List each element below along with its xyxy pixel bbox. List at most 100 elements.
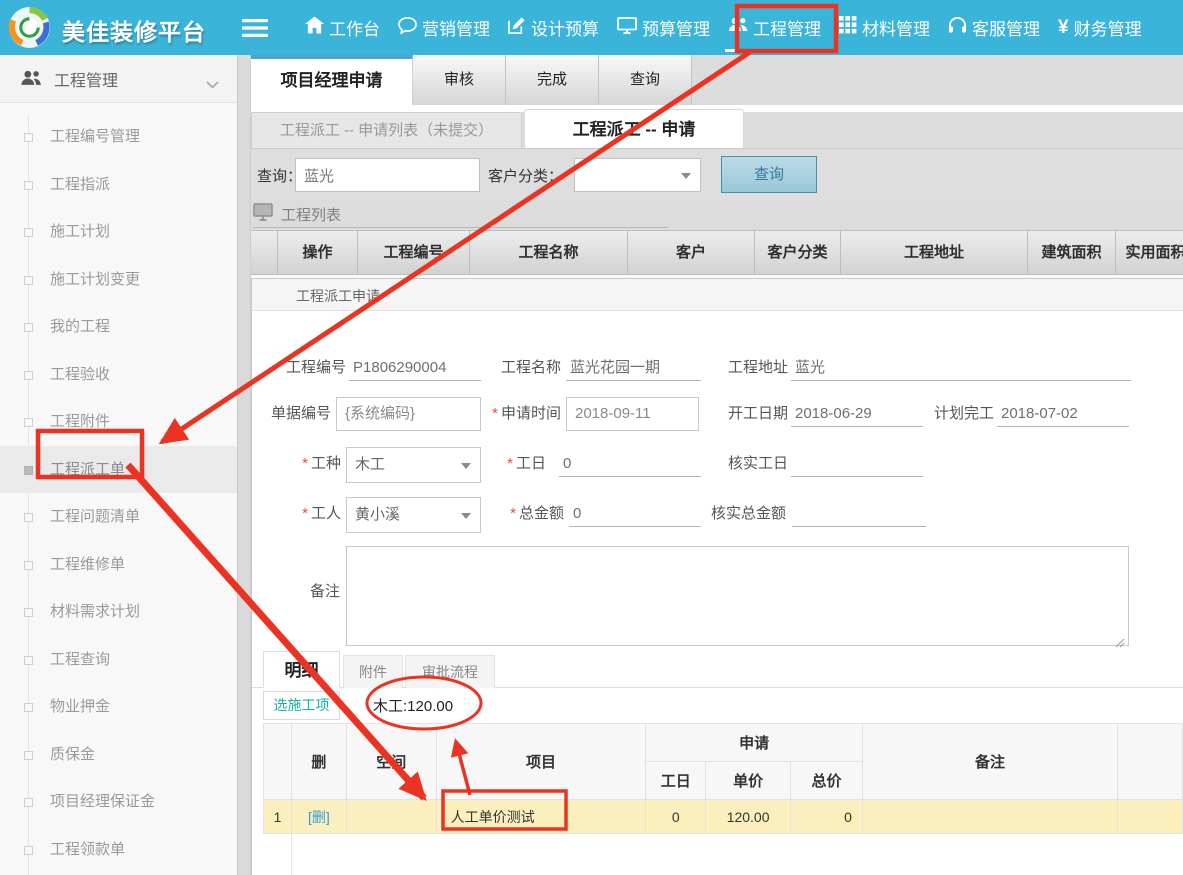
search-button[interactable]: 查询 (721, 156, 817, 193)
headset-icon (948, 16, 967, 39)
search-input[interactable] (295, 158, 480, 192)
tab-complete[interactable]: 完成 (506, 55, 599, 105)
sidebar-item-payment-order[interactable]: 工程领款单 (0, 826, 237, 874)
sidebar: 工程管理 工程编号管理 工程指派 施工计划 施工计划变更 我的工程 工程验收 工… (0, 55, 237, 875)
col-project-name: 工程名称 (470, 231, 628, 274)
nav-item-workbench[interactable]: 工作台 (296, 0, 389, 55)
users-icon (728, 17, 748, 38)
tab-query[interactable]: 查询 (599, 55, 692, 105)
work-days-value[interactable]: 0 (559, 451, 701, 477)
required-marker: * (302, 505, 308, 522)
topbar: 美佳装修平台 工作台 营销管理 设计预算 预算管理 工程管理 (0, 0, 1183, 55)
project-addr-value[interactable]: 蓝光 (791, 355, 1131, 381)
sidebar-scrollbar[interactable] (237, 55, 251, 875)
yen-icon: ¥ (1058, 17, 1069, 39)
project-name-label: 工程名称 (492, 355, 561, 381)
delete-row-link[interactable]: [删] (308, 809, 330, 825)
category-select[interactable] (574, 158, 701, 192)
sidebar-item-property-deposit[interactable]: 物业押金 (0, 683, 237, 731)
tab-attachment[interactable]: 附件 (343, 655, 403, 688)
total-amount-label: *总金额 (482, 501, 564, 527)
col-group-apply: 申请 (646, 724, 863, 762)
sidebar-item-project-number[interactable]: 工程编号管理 (0, 113, 237, 161)
cell-total: 0 (791, 800, 863, 834)
sidebar-item-acceptance[interactable]: 工程验收 (0, 351, 237, 399)
project-no-value[interactable]: P1806290004 (349, 355, 481, 381)
col-rownum (264, 724, 292, 800)
col-total: 总价 (791, 762, 863, 800)
required-marker: * (302, 455, 308, 472)
sidebar-item-quality-deposit[interactable]: 质保金 (0, 731, 237, 779)
col-blank (248, 231, 278, 274)
chevron-down-icon (461, 513, 471, 519)
dialog-title: 工程派工申请 (296, 286, 380, 306)
sidebar-item-material-demand[interactable]: 材料需求计划 (0, 588, 237, 636)
sidebar-menu: 工程编号管理 工程指派 施工计划 施工计划变更 我的工程 工程验收 工程附件 工… (0, 103, 237, 873)
nav-item-materials[interactable]: 材料管理 (830, 0, 939, 55)
work-type-select[interactable]: 木工 (346, 447, 481, 483)
sidebar-item-repair-order[interactable]: 工程维修单 (0, 541, 237, 589)
top-navigation: 工作台 营销管理 设计预算 预算管理 工程管理 材料管理 (296, 0, 1151, 55)
nav-item-finance[interactable]: ¥ 财务管理 (1049, 0, 1151, 55)
tab-dispatch-apply[interactable]: 工程派工 -- 申请 (524, 109, 744, 148)
select-construction-item-button[interactable]: 选施工项 (263, 691, 340, 720)
sidebar-item-project-assign[interactable]: 工程指派 (0, 161, 237, 209)
filter-bar: 查询： 客户分类： 查询 (251, 148, 1183, 200)
worker-label: *工人 (272, 501, 341, 527)
edit-icon (508, 16, 526, 39)
col-address: 工程地址 (841, 231, 1028, 274)
sidebar-item-issue-list[interactable]: 工程问题清单 (0, 493, 237, 541)
tab-approval-flow[interactable]: 审批流程 (405, 655, 495, 688)
sidebar-group-engineering[interactable]: 工程管理 (0, 55, 237, 103)
resize-handle-icon[interactable] (1115, 635, 1125, 653)
start-date-value[interactable]: 2018-06-29 (791, 401, 923, 427)
cell-rownum: 1 (264, 800, 292, 834)
tab-pm-apply[interactable]: 项目经理申请 (251, 55, 413, 105)
sidebar-item-attachments[interactable]: 工程附件 (0, 398, 237, 446)
chevron-down-icon (461, 463, 471, 469)
tab-dispatch-list[interactable]: 工程派工 -- 申请列表（未提交） (251, 112, 522, 148)
plan-finish-value[interactable]: 2018-07-02 (997, 401, 1129, 427)
sidebar-item-project-query[interactable]: 工程查询 (0, 636, 237, 684)
sidebar-item-my-projects[interactable]: 我的工程 (0, 303, 237, 351)
sidebar-item-dispatch-order[interactable]: 工程派工单 (0, 446, 237, 494)
nav-item-engineering[interactable]: 工程管理 (719, 0, 830, 55)
start-date-label: 开工日期 (714, 401, 788, 427)
project-table-header: 操作 工程编号 工程名称 客户 客户分类 工程地址 建筑面积 实用面积 (248, 230, 1183, 275)
total-amount-value[interactable]: 0 (569, 501, 701, 527)
verify-days-value[interactable] (791, 451, 923, 477)
col-project-no: 工程编号 (358, 231, 470, 274)
verify-amount-value[interactable] (792, 501, 926, 527)
apply-time-label: *申请时间 (470, 401, 561, 427)
detail-table: 删 空间 项目 申请 备注 工日 单价 总价 1 [删] 人工单价测试 0 12… (263, 723, 1183, 834)
tab-review[interactable]: 审核 (413, 55, 506, 105)
sidebar-item-pm-deposit[interactable]: 项目经理保证金 (0, 778, 237, 826)
worker-select[interactable]: 黄小溪 (346, 497, 481, 533)
sidebar-item-construction-plan[interactable]: 施工计划 (0, 208, 237, 256)
home-icon (305, 16, 324, 39)
cell-space (346, 800, 436, 834)
col-days: 工日 (646, 762, 706, 800)
nav-item-budget[interactable]: 预算管理 (608, 0, 719, 55)
chevron-down-icon (681, 173, 691, 179)
cell-note (862, 800, 1117, 834)
nav-item-marketing[interactable]: 营销管理 (389, 0, 499, 55)
remark-textarea[interactable] (346, 546, 1129, 646)
hamburger-menu-icon[interactable] (242, 19, 268, 42)
sidebar-item-plan-change[interactable]: 施工计划变更 (0, 256, 237, 304)
project-name-value[interactable]: 蓝光花园一期 (566, 355, 701, 381)
nav-item-design-budget[interactable]: 设计预算 (499, 0, 608, 55)
doc-no-label: 单据编号 (262, 401, 331, 427)
plan-finish-label: 计划完工 (920, 401, 994, 427)
nav-item-customer-service[interactable]: 客服管理 (939, 0, 1049, 55)
dispatch-apply-dialog: 工程派工申请 工程编号 P1806290004 工程名称 蓝光花园一期 工程地址… (251, 278, 1183, 875)
monitor-icon (617, 17, 637, 39)
sidebar-group-label: 工程管理 (54, 67, 118, 91)
col-customer: 客户 (628, 231, 755, 274)
remark-label: 备注 (300, 579, 340, 605)
apply-time-input[interactable]: 2018-09-11 (566, 397, 699, 431)
doc-no-input[interactable]: {系统编码} (336, 397, 481, 431)
chevron-down-icon (206, 76, 219, 94)
cell-item: 人工单价测试 (436, 800, 646, 834)
tab-detail[interactable]: 明细 (263, 651, 340, 688)
